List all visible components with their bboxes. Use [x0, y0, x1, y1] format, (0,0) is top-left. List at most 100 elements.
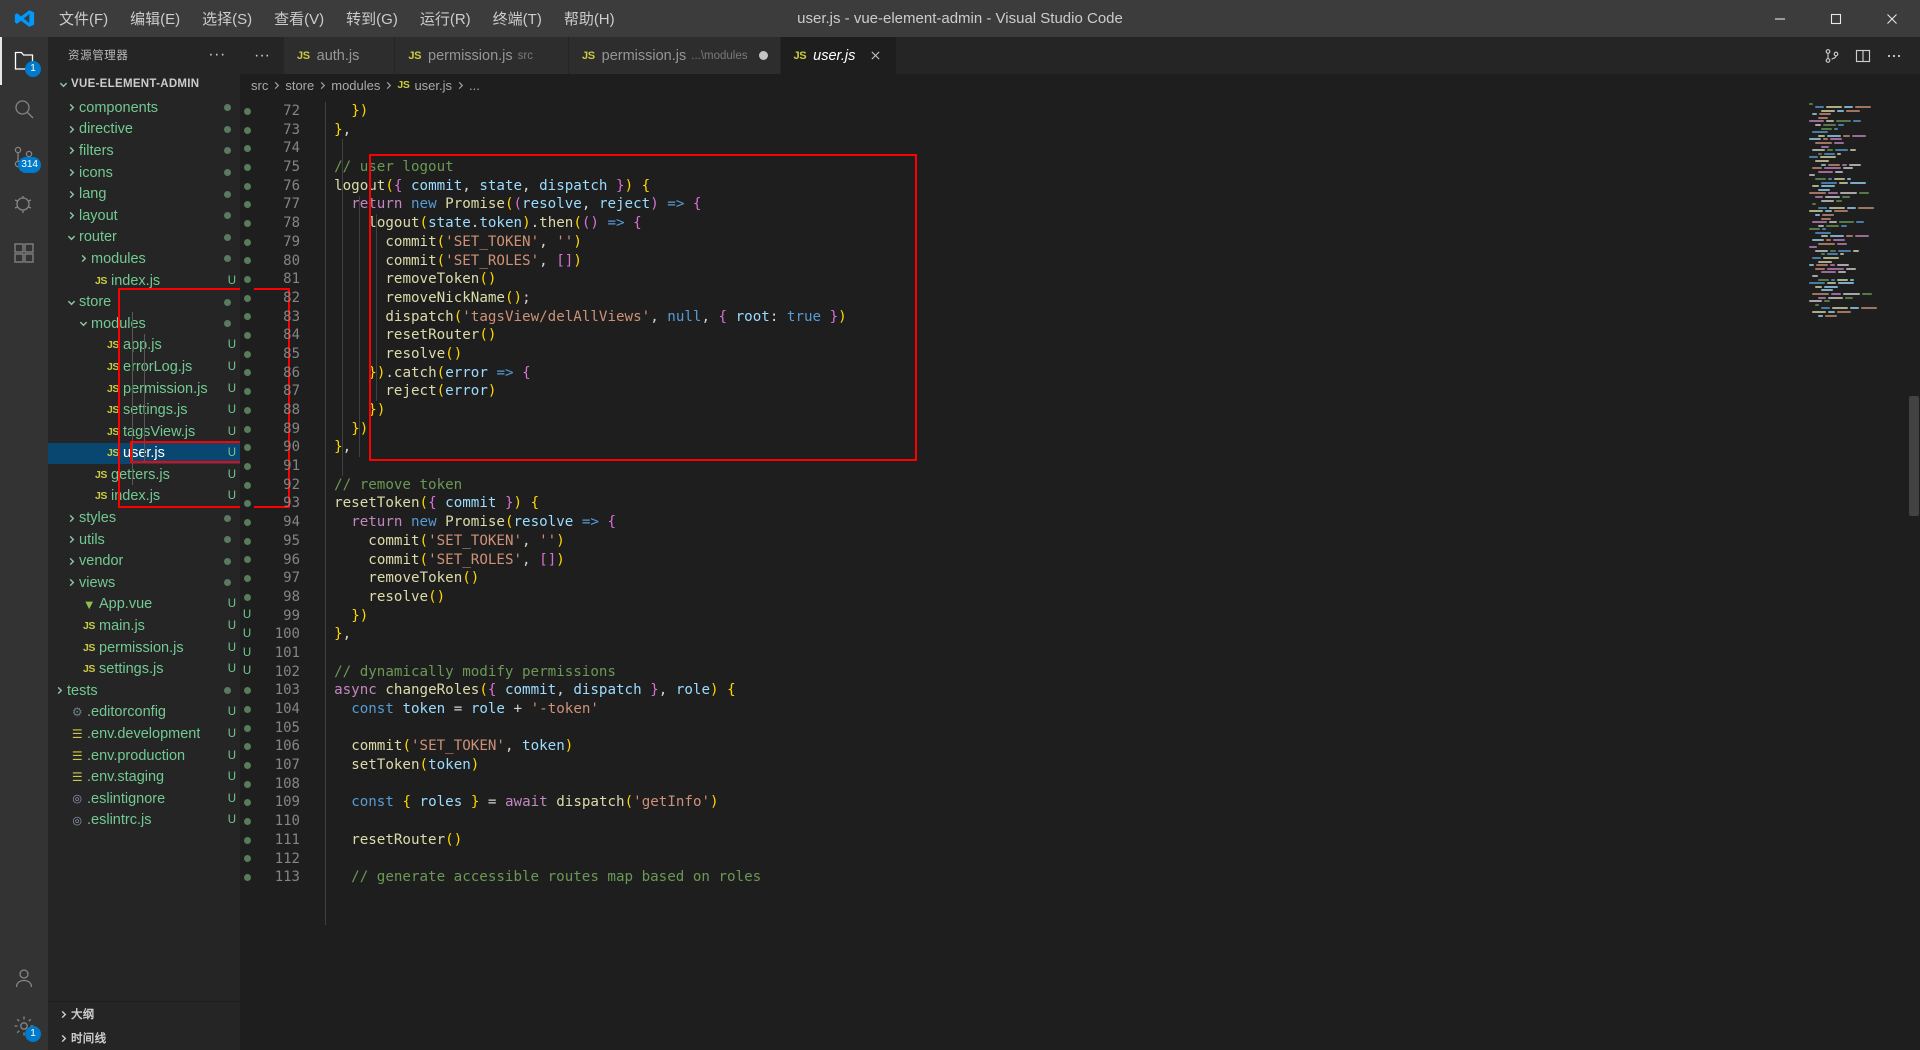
line-number[interactable]: 100 [254, 625, 300, 644]
line-number[interactable]: 99 [254, 607, 300, 626]
code-editor[interactable]: UUUU 72 73 74 75 76 77 78 79 80 81 82 83 84 85 86 87 88 8… [240, 96, 1920, 1050]
tree-file-settings-js[interactable]: JS settings.js U [48, 658, 240, 680]
explorer-more-actions-icon[interactable]: ··· [202, 46, 232, 62]
activity-extensions[interactable] [0, 229, 48, 277]
code-line[interactable]: removeNickName(); [317, 289, 1920, 308]
code-line[interactable]: resetRouter() [317, 831, 1920, 850]
file-tree[interactable]: components directive filters icons lang layou… [48, 96, 240, 1001]
code-line[interactable]: resetRouter() [317, 326, 1920, 345]
minimize-button[interactable] [1752, 0, 1808, 37]
editor-tabs[interactable]: JS auth.js JS permission.js src JS permission.… [283, 37, 898, 74]
menu-help[interactable]: 帮助(H) [553, 0, 626, 37]
open-changes-icon[interactable] [1818, 42, 1846, 70]
menu-view[interactable]: 查看(V) [263, 0, 335, 37]
line-number[interactable]: 73 [254, 121, 300, 140]
menu-go[interactable]: 转到(G) [335, 0, 409, 37]
code-line[interactable]: setToken(token) [317, 756, 1920, 775]
activity-explorer[interactable]: 1 [0, 37, 48, 85]
code-line[interactable]: // dynamically modify permissions [317, 663, 1920, 682]
code-line[interactable]: commit('SET_TOKEN', '') [317, 532, 1920, 551]
line-number[interactable]: 93 [254, 494, 300, 513]
tree-file--eslintrc-js[interactable]: ◎ .eslintrc.js U [48, 810, 240, 832]
activity-run-debug[interactable] [0, 181, 48, 229]
tree-folder-modules[interactable]: modules [48, 248, 240, 270]
line-number[interactable]: 107 [254, 756, 300, 775]
line-number[interactable]: 109 [254, 793, 300, 812]
line-number[interactable]: 113 [254, 868, 300, 887]
line-number[interactable]: 83 [254, 308, 300, 327]
activity-settings[interactable]: 1 [0, 1002, 48, 1050]
tree-folder-components[interactable]: components [48, 97, 240, 119]
activity-account[interactable] [0, 954, 48, 1002]
line-number[interactable]: 101 [254, 644, 300, 663]
line-number[interactable]: 91 [254, 457, 300, 476]
tree-folder-vendor[interactable]: vendor [48, 550, 240, 572]
line-number[interactable]: 104 [254, 700, 300, 719]
line-number[interactable]: 87 [254, 382, 300, 401]
tab-dirty-indicator[interactable] [758, 51, 768, 60]
tree-folder-router[interactable]: router [48, 227, 240, 249]
line-number[interactable]: 88 [254, 401, 300, 420]
line-number[interactable]: 105 [254, 719, 300, 738]
editor-vertical-scrollbar[interactable] [1906, 96, 1920, 1050]
line-number[interactable]: 112 [254, 850, 300, 869]
tree-file-permission-js[interactable]: JS permission.js U [48, 637, 240, 659]
tree-folder-store[interactable]: store [48, 291, 240, 313]
tree-folder-filters[interactable]: filters [48, 140, 240, 162]
code-line[interactable]: commit('SET_TOKEN', token) [317, 737, 1920, 756]
line-number[interactable]: 86 [254, 364, 300, 383]
line-number[interactable]: 94 [254, 513, 300, 532]
line-number[interactable]: 85 [254, 345, 300, 364]
code-line[interactable] [317, 812, 1920, 831]
code-line[interactable]: }) [317, 420, 1920, 439]
code-line[interactable]: const { roles } = await dispatch('getInf… [317, 793, 1920, 812]
line-number[interactable]: 72 [254, 102, 300, 121]
line-number[interactable]: 102 [254, 663, 300, 682]
line-number[interactable]: 97 [254, 569, 300, 588]
tab-close-icon[interactable] [866, 47, 884, 65]
editor-tab-permission-js-2[interactable]: JS permission.js ...\modules [568, 37, 781, 74]
line-number[interactable]: 80 [254, 252, 300, 271]
code-line[interactable]: resolve() [317, 588, 1920, 607]
code-line[interactable] [317, 775, 1920, 794]
tab-overflow-indicator[interactable]: ··· [240, 37, 284, 74]
line-number[interactable]: 108 [254, 775, 300, 794]
code-line[interactable]: async changeRoles({ commit, dispatch }, … [317, 681, 1920, 700]
tree-file--editorconfig[interactable]: ⚙ .editorconfig U [48, 702, 240, 724]
code-line[interactable]: // remove token [317, 476, 1920, 495]
tree-folder-directive[interactable]: directive [48, 119, 240, 141]
tree-file-main-js[interactable]: JS main.js U [48, 615, 240, 637]
code-line[interactable]: }) [317, 401, 1920, 420]
tree-folder-lang[interactable]: lang [48, 183, 240, 205]
menu-terminal[interactable]: 终端(T) [482, 0, 553, 37]
code-line[interactable]: logout({ commit, state, dispatch }) { [317, 177, 1920, 196]
code-content-wrapper[interactable]: }) }, // user logout logout({ commit, st… [317, 96, 1920, 1050]
tree-folder-icons[interactable]: icons [48, 162, 240, 184]
code-line[interactable]: return new Promise(resolve => { [317, 513, 1920, 532]
code-line[interactable]: dispatch('tagsView/delAllViews', null, {… [317, 308, 1920, 327]
sidebar-section-outline[interactable]: 大纲 [48, 1002, 240, 1026]
code-line[interactable]: }) [317, 102, 1920, 121]
code-line[interactable]: commit('SET_TOKEN', '') [317, 233, 1920, 252]
more-actions-icon[interactable] [1880, 42, 1908, 70]
tree-file--eslintignore[interactable]: ◎ .eslintignore U [48, 788, 240, 810]
code-line[interactable]: logout(state.token).then(() => { [317, 214, 1920, 233]
tree-file-index-js[interactable]: JS index.js U [48, 270, 240, 292]
line-number[interactable]: 75 [254, 158, 300, 177]
code-line[interactable]: }, [317, 438, 1920, 457]
menu-run[interactable]: 运行(R) [409, 0, 482, 37]
line-number[interactable]: 96 [254, 551, 300, 570]
activity-search[interactable] [0, 85, 48, 133]
menu-file[interactable]: 文件(F) [48, 0, 119, 37]
line-number[interactable]: 81 [254, 270, 300, 289]
menu-edit[interactable]: 编辑(E) [119, 0, 191, 37]
sidebar-section-timeline[interactable]: 时间线 [48, 1026, 240, 1050]
minimap[interactable] [1806, 96, 1906, 1050]
tree-file--env-development[interactable]: ☰ .env.development U [48, 723, 240, 745]
code-text[interactable]: }) }, // user logout logout({ commit, st… [317, 102, 1920, 887]
line-number[interactable]: 95 [254, 532, 300, 551]
project-root-row[interactable]: VUE-ELEMENT-ADMIN [48, 72, 240, 96]
code-line[interactable]: const token = role + '-token' [317, 700, 1920, 719]
line-number[interactable]: 89 [254, 420, 300, 439]
tree-file-getters-js[interactable]: JS getters.js U [48, 464, 240, 486]
